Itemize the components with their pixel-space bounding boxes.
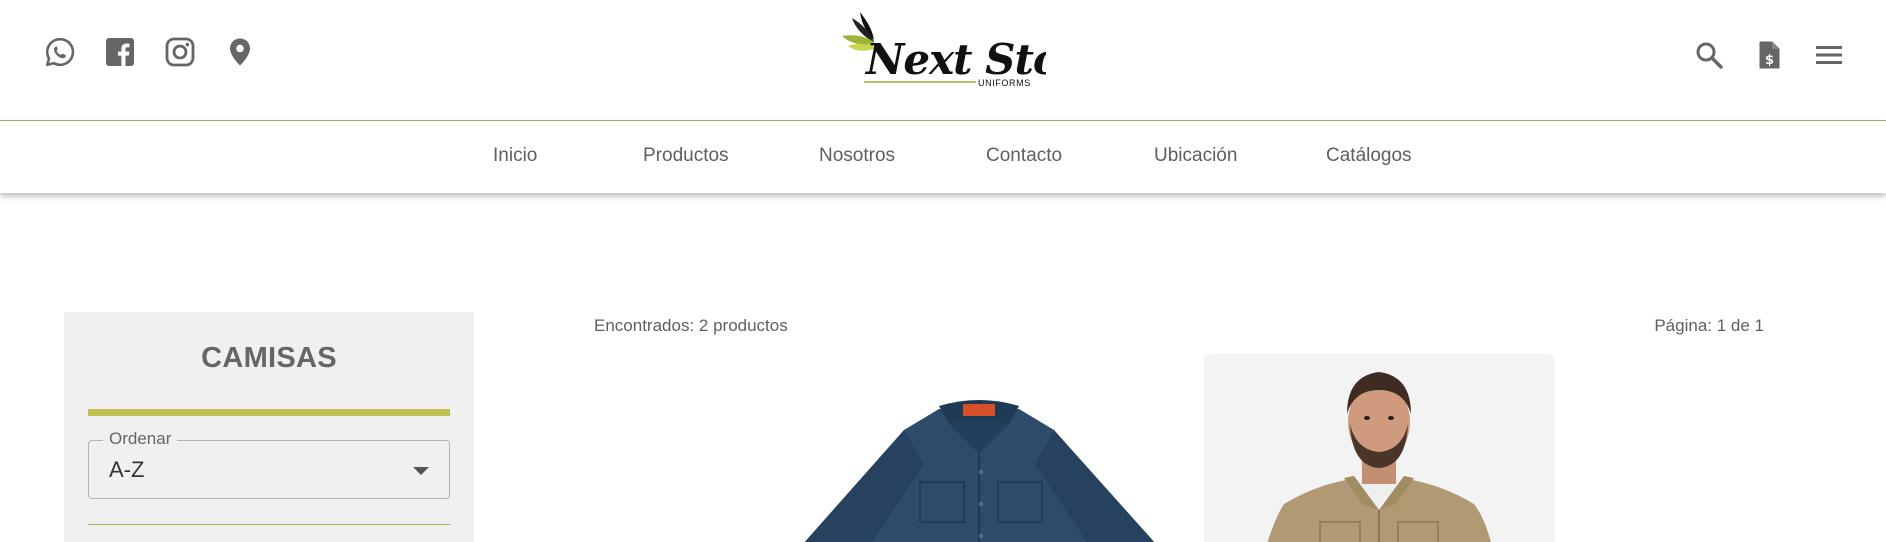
facebook-icon[interactable]	[104, 36, 136, 68]
pagination-info: Página: 1 de 1	[1654, 316, 1764, 335]
search-icon[interactable]	[1694, 40, 1724, 70]
chevron-down-icon	[413, 467, 429, 475]
sidebar-divider	[88, 524, 450, 525]
nav-item-ubicacion[interactable]: Ubicación	[1154, 145, 1237, 167]
svg-text:UNIFORMS: UNIFORMS	[978, 78, 1031, 88]
nav-item-catalogos[interactable]: Catálogos	[1326, 145, 1412, 167]
quote-document-icon[interactable]: $	[1754, 40, 1784, 70]
sort-select[interactable]: Ordenar A-Z	[88, 429, 450, 499]
nav-item-nosotros[interactable]: Nosotros	[819, 145, 895, 167]
product-image-khaki-shirt	[1267, 372, 1491, 542]
product-image-navy-shirt	[804, 400, 1155, 542]
title-accent-bar	[88, 409, 450, 416]
svg-text:Next Store: Next Store	[864, 35, 1046, 84]
whatsapp-icon[interactable]	[44, 36, 76, 68]
brand-logo[interactable]: Next Store UNIFORMS	[836, 6, 1046, 92]
social-links	[44, 36, 256, 68]
nav-item-inicio[interactable]: Inicio	[493, 145, 537, 167]
menu-icon[interactable]	[1814, 40, 1844, 70]
product-card[interactable]	[804, 354, 1155, 542]
sort-label: Ordenar	[103, 429, 178, 449]
nav-item-productos[interactable]: Productos	[643, 145, 729, 167]
category-title: CAMISAS	[201, 342, 337, 374]
instagram-icon[interactable]	[164, 36, 196, 68]
header-actions: $	[1694, 40, 1844, 70]
main-navigation: Inicio Productos Nosotros Contacto Ubica…	[0, 121, 1886, 193]
filter-sidebar: CAMISAS Ordenar A-Z	[64, 312, 474, 542]
svg-text:$: $	[1765, 53, 1774, 68]
results-count: Encontrados: 2 productos	[594, 316, 788, 335]
top-header: Next Store UNIFORMS $	[0, 0, 1886, 121]
location-icon[interactable]	[224, 36, 256, 68]
product-card[interactable]	[1204, 354, 1555, 542]
sort-value: A-Z	[109, 457, 145, 482]
nav-item-contacto[interactable]: Contacto	[986, 145, 1062, 167]
